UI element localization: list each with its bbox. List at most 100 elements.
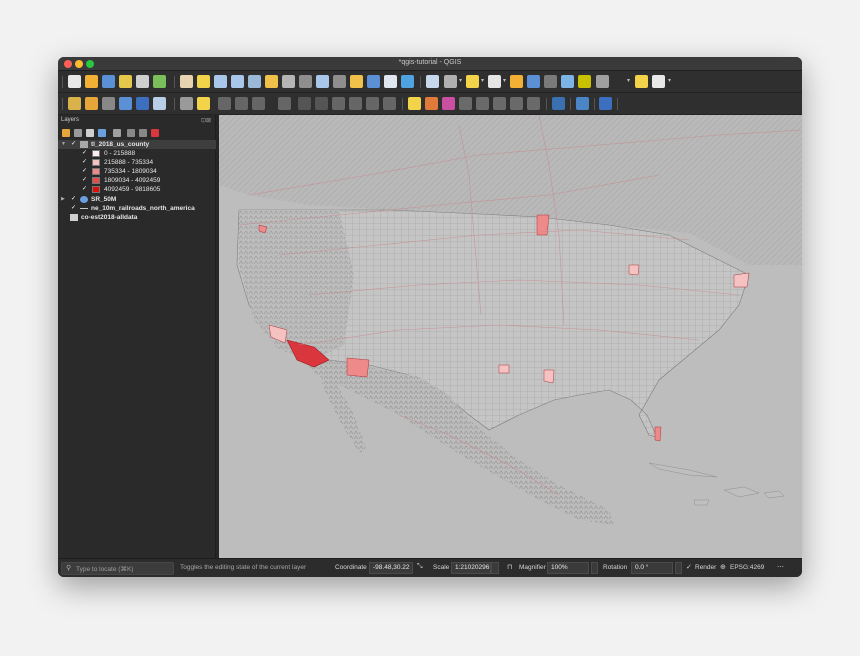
zoom-native-icon[interactable] xyxy=(299,75,312,88)
help-contents-icon[interactable] xyxy=(599,97,612,110)
vertex-tool-icon[interactable] xyxy=(252,97,265,110)
measure-line-icon[interactable] xyxy=(596,75,609,88)
new-3d-view-icon[interactable] xyxy=(367,75,380,88)
python-console-icon[interactable] xyxy=(576,97,589,110)
open-attribute-table-icon[interactable] xyxy=(527,75,540,88)
chevron-down-icon[interactable]: ▾ xyxy=(668,77,671,84)
collapse-arrow-icon[interactable]: ▼ xyxy=(61,140,66,149)
delete-selected-icon[interactable] xyxy=(298,97,311,110)
move-feature-icon[interactable] xyxy=(278,97,291,110)
chevron-down-icon[interactable]: ▾ xyxy=(627,77,630,84)
toggle-editing-icon[interactable] xyxy=(197,97,210,110)
add-wms-layer-icon[interactable] xyxy=(153,97,166,110)
open-layer-styling-icon[interactable] xyxy=(62,129,70,137)
legend-item[interactable]: ✓ 0 - 215888 xyxy=(58,149,216,158)
rotation-spinner[interactable] xyxy=(675,562,682,574)
pan-to-selection-icon[interactable] xyxy=(197,75,210,88)
paste-features-icon[interactable] xyxy=(349,97,362,110)
save-project-icon[interactable] xyxy=(102,75,115,88)
filter-by-expression-icon[interactable] xyxy=(113,129,121,137)
toggle-extents-icon[interactable]: ⤡ xyxy=(417,563,423,571)
messages-icon[interactable]: ⋯ xyxy=(777,563,784,571)
undo-icon[interactable] xyxy=(366,97,379,110)
rotate-label-icon[interactable] xyxy=(510,97,523,110)
rotation-field[interactable]: 0.0 ° xyxy=(631,562,673,574)
map-tips-icon[interactable] xyxy=(635,75,648,88)
legend-item[interactable]: ✓ 1809034 - 4092459 xyxy=(58,176,216,185)
statistical-summary-icon[interactable] xyxy=(578,75,591,88)
zoom-to-selection-icon[interactable] xyxy=(265,75,278,88)
class-visibility-checkbox[interactable]: ✓ xyxy=(82,185,87,194)
open-project-icon[interactable] xyxy=(85,75,98,88)
collapse-all-icon[interactable] xyxy=(139,129,147,137)
add-group-icon[interactable] xyxy=(74,129,82,137)
locator-search-input[interactable]: ⚲ Type to locate (⌘K) xyxy=(61,562,174,575)
coordinate-field[interactable]: -98.48,30.22 xyxy=(369,562,413,574)
add-delimited-text-icon[interactable] xyxy=(102,97,115,110)
remove-layer-icon[interactable] xyxy=(151,129,159,137)
magnifier-field[interactable]: 100% xyxy=(547,562,589,574)
processing-toolbox-icon[interactable] xyxy=(561,75,574,88)
zoom-in-icon[interactable] xyxy=(214,75,227,88)
attributes-action-icon[interactable] xyxy=(444,75,457,88)
new-project-icon[interactable] xyxy=(68,75,81,88)
new-print-layout-icon[interactable] xyxy=(119,75,132,88)
manage-map-themes-icon[interactable] xyxy=(86,129,94,137)
legend-item[interactable]: ✓ 4092459 - 9818605 xyxy=(58,185,216,194)
digitize-icon[interactable] xyxy=(235,97,248,110)
layer-visibility-checkbox[interactable]: ✓ xyxy=(71,140,76,149)
current-edits-icon[interactable] xyxy=(180,97,193,110)
magnifier-spinner[interactable] xyxy=(591,562,598,574)
pan-map-icon[interactable] xyxy=(180,75,193,88)
layer-diagram-icon[interactable] xyxy=(442,97,455,110)
move-label-icon[interactable] xyxy=(493,97,506,110)
cut-features-icon[interactable] xyxy=(315,97,328,110)
layer-labeling-icon[interactable] xyxy=(425,97,438,110)
chevron-down-icon[interactable]: ▾ xyxy=(459,77,462,84)
lock-scale-icon[interactable]: ⊓ xyxy=(507,563,512,571)
show-hide-labels-icon[interactable] xyxy=(476,97,489,110)
add-raster-layer-icon[interactable] xyxy=(119,97,132,110)
pin-labels-icon[interactable] xyxy=(459,97,472,110)
render-checkbox[interactable]: ✓ xyxy=(686,563,692,571)
crs-label[interactable]: EPSG:4269 xyxy=(730,564,764,571)
identify-features-icon[interactable] xyxy=(426,75,439,88)
style-manager-icon[interactable] xyxy=(153,75,166,88)
layer-item-popest[interactable]: co-est2018-alldata xyxy=(58,213,216,222)
data-source-manager-icon[interactable] xyxy=(68,97,81,110)
new-bookmark-icon[interactable] xyxy=(384,75,397,88)
class-visibility-checkbox[interactable]: ✓ xyxy=(82,149,87,158)
new-map-view-icon[interactable] xyxy=(350,75,363,88)
zoom-out-icon[interactable] xyxy=(231,75,244,88)
panel-float-close-icon[interactable]: ⊡⊠ xyxy=(201,117,211,124)
save-edits-icon[interactable] xyxy=(218,97,231,110)
class-visibility-checkbox[interactable]: ✓ xyxy=(82,158,87,167)
scale-dropdown[interactable] xyxy=(491,562,499,574)
field-calculator-icon[interactable] xyxy=(544,75,557,88)
zoom-full-icon[interactable] xyxy=(248,75,261,88)
zoom-last-icon[interactable] xyxy=(316,75,329,88)
select-by-value-icon[interactable] xyxy=(488,75,501,88)
add-vector-layer-icon[interactable] xyxy=(85,97,98,110)
change-label-icon[interactable] xyxy=(527,97,540,110)
layer-item-county[interactable]: ▼ ✓ tl_2018_us_county xyxy=(58,140,216,149)
label-tool-icon[interactable] xyxy=(408,97,421,110)
redo-icon[interactable] xyxy=(383,97,396,110)
filter-legend-icon[interactable] xyxy=(98,129,106,137)
legend-item[interactable]: ✓ 215888 - 735334 xyxy=(58,158,216,167)
chevron-down-icon[interactable]: ▾ xyxy=(481,77,484,84)
text-annotation-icon[interactable] xyxy=(652,75,665,88)
class-visibility-checkbox[interactable]: ✓ xyxy=(82,167,87,176)
new-shapefile-icon[interactable] xyxy=(136,97,149,110)
scale-field[interactable]: 1:21020296 xyxy=(451,562,491,574)
layer-item-sr50m[interactable]: ▶ ✓ SR_50M xyxy=(58,195,216,204)
zoom-to-layer-icon[interactable] xyxy=(282,75,295,88)
layer-visibility-checkbox[interactable]: ✓ xyxy=(71,204,76,213)
chevron-down-icon[interactable]: ▾ xyxy=(503,77,506,84)
layer-visibility-checkbox[interactable]: ✓ xyxy=(71,195,76,204)
class-visibility-checkbox[interactable]: ✓ xyxy=(82,176,87,185)
select-features-icon[interactable] xyxy=(466,75,479,88)
refresh-icon[interactable] xyxy=(401,75,414,88)
zoom-next-icon[interactable] xyxy=(333,75,346,88)
legend-item[interactable]: ✓ 735334 - 1809034 xyxy=(58,167,216,176)
